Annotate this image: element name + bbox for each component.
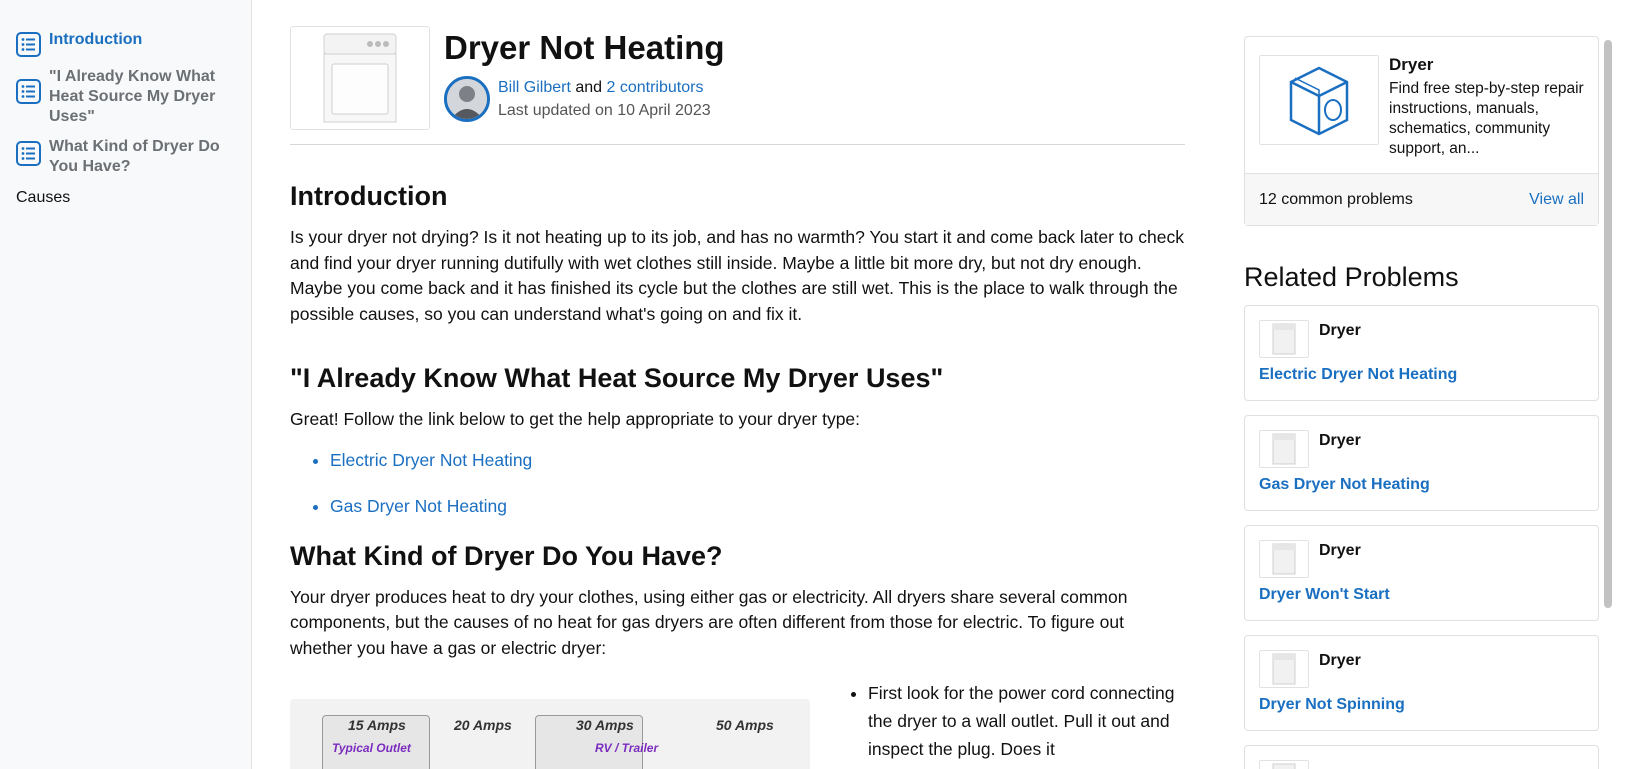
related-problem-category: Dryer xyxy=(1319,542,1361,559)
inspection-step: First look for the power cord connecting… xyxy=(868,679,1185,763)
dryer-icon xyxy=(323,33,397,123)
related-problem-category: Dryer xyxy=(1319,652,1361,669)
byline-text: Bill Gilbert and 2 contributors Last upd… xyxy=(498,76,711,122)
list-icon xyxy=(16,32,41,57)
gas-dryer-link[interactable]: Gas Dryer Not Heating xyxy=(330,493,1185,519)
device-card-body: Dryer Find free step-by-step repair inst… xyxy=(1245,37,1598,173)
dryer-thumbnail-icon xyxy=(1259,650,1309,688)
dryer-thumbnail-icon xyxy=(1259,430,1309,468)
dryer-thumbnail-icon xyxy=(1259,320,1309,358)
toc-label: What Kind of Dryer Do You Have? xyxy=(49,138,220,175)
person-icon xyxy=(447,79,487,119)
related-problems-heading: Related Problems xyxy=(1244,262,1459,292)
device-info: Dryer Find free step-by-step repair inst… xyxy=(1389,55,1584,159)
section-heading-heat-source: "I Already Know What Heat Source My Drye… xyxy=(290,363,944,393)
amp-sublabel: RV / Trailer xyxy=(595,741,659,755)
table-of-contents: Introduction "I Already Know What Heat S… xyxy=(0,0,252,769)
right-sidebar: Dryer Find free step-by-step repair inst… xyxy=(1244,36,1599,769)
related-problem-title[interactable]: Gas Dryer Not Heating xyxy=(1259,476,1584,494)
toc-label: Introduction xyxy=(49,31,143,48)
related-problem-card[interactable]: Dryer Dryer Not Spinning xyxy=(1244,635,1599,731)
section-heading-dryer-kind: What Kind of Dryer Do You Have? xyxy=(290,540,723,571)
section-heading-introduction: Introduction xyxy=(290,181,448,211)
related-problem-title[interactable]: Dryer Not Spinning xyxy=(1259,696,1584,714)
and-text: and xyxy=(575,79,603,96)
related-problem-card[interactable]: Dryer Gas Dryer Not Heating xyxy=(1244,415,1599,511)
related-problem-card[interactable] xyxy=(1244,745,1599,769)
article-header: Dryer Not Heating Bill Gilbert and 2 con… xyxy=(290,26,1185,145)
heat-source-paragraph: Great! Follow the link below to get the … xyxy=(290,409,861,429)
view-all-link[interactable]: View all xyxy=(1529,191,1584,209)
dryer-type-links: Electric Dryer Not Heating Gas Dryer Not… xyxy=(290,447,1185,519)
dryer-thumbnail-icon xyxy=(1259,540,1309,578)
related-problem-title[interactable]: Electric Dryer Not Heating xyxy=(1259,366,1584,384)
electric-dryer-link[interactable]: Electric Dryer Not Heating xyxy=(330,447,1185,473)
sidebar-scrollbar[interactable] xyxy=(1604,40,1612,608)
inspection-steps: First look for the power cord connecting… xyxy=(848,679,1185,769)
article: Dryer Not Heating Bill Gilbert and 2 con… xyxy=(290,26,1185,769)
toc-item-introduction[interactable]: Introduction xyxy=(0,30,251,57)
contributors-link[interactable]: 2 contributors xyxy=(607,79,704,96)
toc-item-heat-source[interactable]: "I Already Know What Heat Source My Drye… xyxy=(0,67,251,127)
amp-label: 20 Amps xyxy=(454,717,512,733)
byline: Bill Gilbert and 2 contributors Last upd… xyxy=(444,76,725,122)
page-title: Dryer Not Heating xyxy=(444,29,725,66)
dryer-image xyxy=(290,26,430,130)
list-icon xyxy=(16,79,41,104)
toc-item-dryer-kind[interactable]: What Kind of Dryer Do You Have? xyxy=(0,137,251,177)
amp-sublabel: Typical Outlet xyxy=(332,741,411,755)
outlet-figure-row: 15 Amps 20 Amps 30 Amps 50 Amps Typical … xyxy=(290,679,1185,769)
dryer-thumbnail-icon xyxy=(1259,760,1309,769)
amp-label: 15 Amps xyxy=(348,717,406,733)
related-problem-category: Dryer xyxy=(1319,432,1361,449)
outlet-amps-image[interactable]: 15 Amps 20 Amps 30 Amps 50 Amps Typical … xyxy=(290,699,811,769)
header-info: Dryer Not Heating Bill Gilbert and 2 con… xyxy=(444,26,725,122)
device-name: Dryer xyxy=(1389,55,1434,74)
avatar[interactable] xyxy=(444,76,490,122)
toc-item-causes[interactable]: Causes xyxy=(0,189,251,207)
amp-label: 30 Amps xyxy=(576,717,634,733)
related-problem-title[interactable]: Dryer Won't Start xyxy=(1259,586,1584,604)
problem-count: 12 common problems xyxy=(1259,191,1413,208)
device-card-footer: 12 common problems View all xyxy=(1245,173,1598,225)
toc-label: "I Already Know What Heat Source My Drye… xyxy=(49,68,216,125)
related-problem-card[interactable]: Dryer Electric Dryer Not Heating xyxy=(1244,305,1599,401)
related-problem-category: Dryer xyxy=(1319,322,1361,339)
amp-label: 50 Amps xyxy=(716,717,774,733)
device-description: Find free step-by-step repair instructio… xyxy=(1389,80,1584,157)
related-problem-card[interactable]: Dryer Dryer Won't Start xyxy=(1244,525,1599,621)
dryer-kind-paragraph: Your dryer produces heat to dry your clo… xyxy=(290,586,1128,658)
author-link[interactable]: Bill Gilbert xyxy=(498,79,571,96)
last-updated: Last updated on 10 April 2023 xyxy=(498,102,711,119)
intro-paragraph: Is your dryer not drying? Is it not heat… xyxy=(290,227,1184,324)
list-icon xyxy=(16,141,41,166)
device-card[interactable]: Dryer Find free step-by-step repair inst… xyxy=(1244,36,1599,226)
dryer-outline-icon xyxy=(1289,66,1349,136)
device-image xyxy=(1259,55,1379,145)
